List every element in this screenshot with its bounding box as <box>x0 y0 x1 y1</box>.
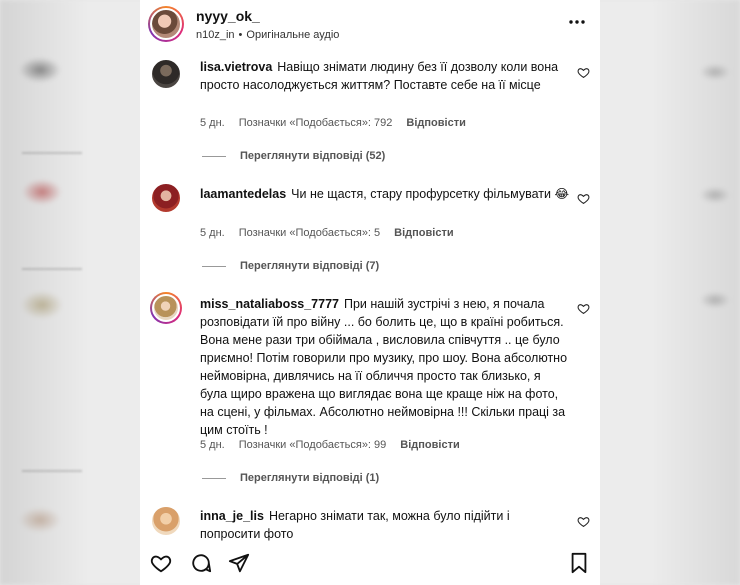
bookmark-icon[interactable] <box>568 552 590 574</box>
replies-divider <box>202 265 226 267</box>
comment-body: miss_nataliaboss_7777 При нашій зустрічі … <box>200 295 570 439</box>
commenter-username[interactable]: laamantedelas <box>200 187 286 201</box>
blurred-line <box>22 470 82 472</box>
audio-label[interactable]: Оригінальне аудіо <box>246 29 339 41</box>
comment-meta: 5 дн. Позначки «Подобається»: 99 Відповіст… <box>200 439 474 451</box>
comment-text: Чи не щастя, стару профурсетку фільмуват… <box>291 187 570 201</box>
blurred-line <box>22 152 82 154</box>
comment-time: 5 дн. <box>200 439 225 451</box>
view-replies-button[interactable]: Переглянути відповіді (7) <box>202 260 379 272</box>
view-replies-button[interactable]: Переглянути відповіді (52) <box>202 150 385 162</box>
heart-icon[interactable] <box>577 66 590 79</box>
post-header: nyyy_ok_ n10z_in • Оригінальне аудіо <box>140 0 600 50</box>
more-options-icon[interactable] <box>568 13 586 31</box>
comment-body: lisa.vietrova Навіщо знімати людину без ї… <box>200 58 570 94</box>
commenter-avatar[interactable] <box>150 292 182 324</box>
share-icon[interactable] <box>228 552 250 574</box>
post-subtitle: n10z_in • Оригінальне аудіо <box>196 29 339 41</box>
heart-icon[interactable] <box>150 552 172 574</box>
heart-icon[interactable] <box>577 515 590 528</box>
commenter-avatar[interactable] <box>150 182 182 214</box>
reply-button[interactable]: Відповісти <box>400 439 459 451</box>
comment-time: 5 дн. <box>200 227 225 239</box>
view-replies-label: Переглянути відповіді (7) <box>240 260 380 272</box>
heart-icon[interactable] <box>577 192 590 205</box>
comment-meta: 5 дн. Позначки «Подобається»: 792 Відповіс… <box>200 117 480 129</box>
view-replies-label: Переглянути відповіді (52) <box>240 150 386 162</box>
comment-likes[interactable]: Позначки «Подобається»: 5 <box>239 227 380 239</box>
comment-likes[interactable]: Позначки «Подобається»: 792 <box>239 117 393 129</box>
view-replies-button[interactable]: Переглянути відповіді (1) <box>202 472 379 484</box>
view-replies-label: Переглянути відповіді (1) <box>240 472 380 484</box>
author-avatar[interactable] <box>148 6 184 42</box>
author-username[interactable]: nyyy_ok_ <box>196 8 260 24</box>
replies-divider <box>202 155 226 157</box>
comment-likes[interactable]: Позначки «Подобається»: 99 <box>239 439 387 451</box>
comments-panel: nyyy_ok_ n10z_in • Оригінальне аудіо lisa.… <box>140 0 600 585</box>
reply-button[interactable]: Відповісти <box>394 227 453 239</box>
blurred-line <box>22 268 82 270</box>
reply-button[interactable]: Відповісти <box>406 117 465 129</box>
commenter-avatar[interactable] <box>150 58 182 90</box>
comment-time: 5 дн. <box>200 117 225 129</box>
comment-icon[interactable] <box>190 552 212 574</box>
separator-dot: • <box>238 29 243 41</box>
comment-meta: 5 дн. Позначки «Подобається»: 5 Відповісти <box>200 227 468 239</box>
post-action-bar <box>140 548 600 585</box>
sub-username[interactable]: n10z_in <box>196 29 235 41</box>
replies-divider <box>202 477 226 479</box>
comment-body: laamantedelas Чи не щастя, стару профурсе… <box>200 185 570 203</box>
commenter-avatar[interactable] <box>150 505 182 537</box>
heart-icon[interactable] <box>577 302 590 315</box>
commenter-username[interactable]: inna_je_lis <box>200 509 264 523</box>
commenter-username[interactable]: miss_nataliaboss_7777 <box>200 297 339 311</box>
commenter-username[interactable]: lisa.vietrova <box>200 60 272 74</box>
comment-text: При нашій зустрічі з нею, я почала розпо… <box>200 297 568 437</box>
comment-body: inna_je_lis Негарно знімати так, можна бу… <box>200 507 570 543</box>
